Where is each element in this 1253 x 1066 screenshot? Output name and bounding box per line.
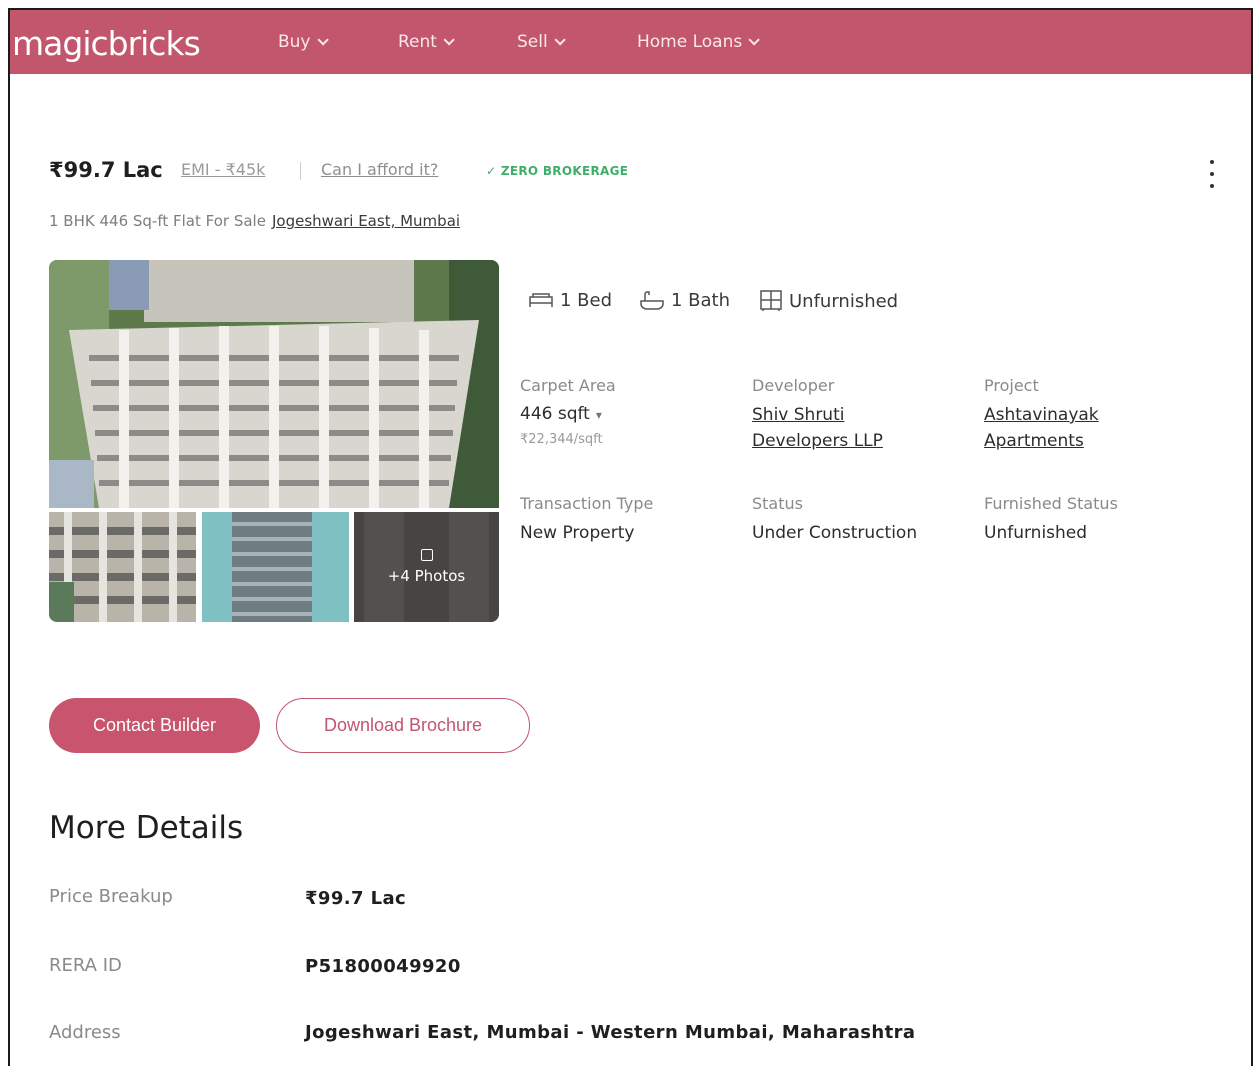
afford-link[interactable]: Can I afford it? [321,160,438,179]
emi-link[interactable]: EMI - ₹45k [181,160,265,179]
address-label: Address [49,1022,121,1043]
developer-label: Developer [752,376,835,395]
download-brochure-button[interactable]: Download Brochure [276,698,530,753]
price-breakup-value: ₹99.7 Lac [305,888,407,909]
price-per-sqft: ₹22,344/sqft [520,432,603,447]
zero-brokerage-badge: ✓ ZERO BROKERAGE [486,164,628,178]
developer-link-line1[interactable]: Shiv Shruti [752,402,844,428]
more-photos-label: +4 Photos [387,567,466,585]
transaction-type-value: New Property [520,523,635,543]
more-photos-thumbnail[interactable]: +4 Photos [354,512,499,622]
nav-item-label: Rent [398,32,437,52]
more-details-heading: More Details [49,810,244,846]
building-photo [49,260,499,508]
contact-builder-button[interactable]: Contact Builder [49,698,260,753]
location-link[interactable]: Jogeshwari East, Mumbai [272,212,460,230]
photo-icon [420,549,433,561]
property-summary: 1 BHK 446 Sq-ft Flat For Sale [49,212,266,230]
nav-item-home-loans[interactable]: Home Loans [637,32,761,52]
chevron-down-icon [748,34,761,46]
chevron-down-icon [554,34,566,46]
wardrobe-icon [760,290,782,311]
furnish-feature: Unfurnished [759,290,898,312]
bath-label: 1 Bath [671,290,731,311]
site-logo[interactable]: magicbricks [12,24,201,63]
bed-icon [529,292,553,307]
chevron-down-icon [316,34,329,46]
rera-id-label: RERA ID [49,955,122,976]
transaction-type-label: Transaction Type [520,494,654,513]
bathtub-icon [640,290,664,310]
project-link-line2[interactable]: Apartments [984,428,1084,454]
badge-label: ZERO BROKERAGE [500,164,629,178]
listing-subtitle: 1 BHK 446 Sq-ft Flat For Sale Jogeshwari … [49,212,460,230]
divider [300,162,301,180]
nav-item-buy[interactable]: Buy [278,32,329,52]
nav-item-label: Buy [278,32,311,52]
photo-thumbnail[interactable] [202,512,349,622]
project-label: Project [984,376,1039,395]
photo-thumbnail[interactable] [49,512,196,622]
photos-overlay: +4 Photos [354,512,499,622]
developer-link-line2[interactable]: Developers LLP [752,428,883,454]
nav-item-label: Home Loans [637,32,743,52]
bed-feature: 1 Bed [528,290,612,311]
more-options-icon[interactable] [1208,160,1216,188]
nav-item-rent[interactable]: Rent [398,32,455,52]
main-photo[interactable] [49,260,499,508]
top-nav: magicbricks Buy Rent Sell Home Loans [10,10,1251,74]
carpet-area-label: Carpet Area [520,376,616,395]
listing-price: ₹99.7 Lac [49,158,163,182]
rera-id-value: P51800049920 [305,956,461,977]
status-value: Under Construction [752,523,918,543]
furnish-label: Unfurnished [789,290,899,312]
nav-item-sell[interactable]: Sell [517,32,566,52]
carpet-area-value[interactable]: 446 sqft ▾ [520,404,602,424]
furnished-status-value: Unfurnished [984,523,1088,543]
address-value: Jogeshwari East, Mumbai - Western Mumbai… [305,1022,916,1043]
furnished-status-label: Furnished Status [984,494,1118,513]
price-breakup-label: Price Breakup [49,886,173,907]
building-photo [202,512,349,622]
chevron-down-icon: ▾ [595,408,602,422]
bed-label: 1 Bed [560,290,613,311]
status-label: Status [752,494,803,513]
chevron-down-icon [443,34,455,46]
nav-item-label: Sell [517,32,548,52]
building-photo [49,512,196,622]
project-link-line1[interactable]: Ashtavinayak [984,402,1099,428]
carpet-area-text: 446 sqft [520,404,590,424]
check-icon: ✓ [486,164,501,178]
bath-feature: 1 Bath [639,290,730,311]
